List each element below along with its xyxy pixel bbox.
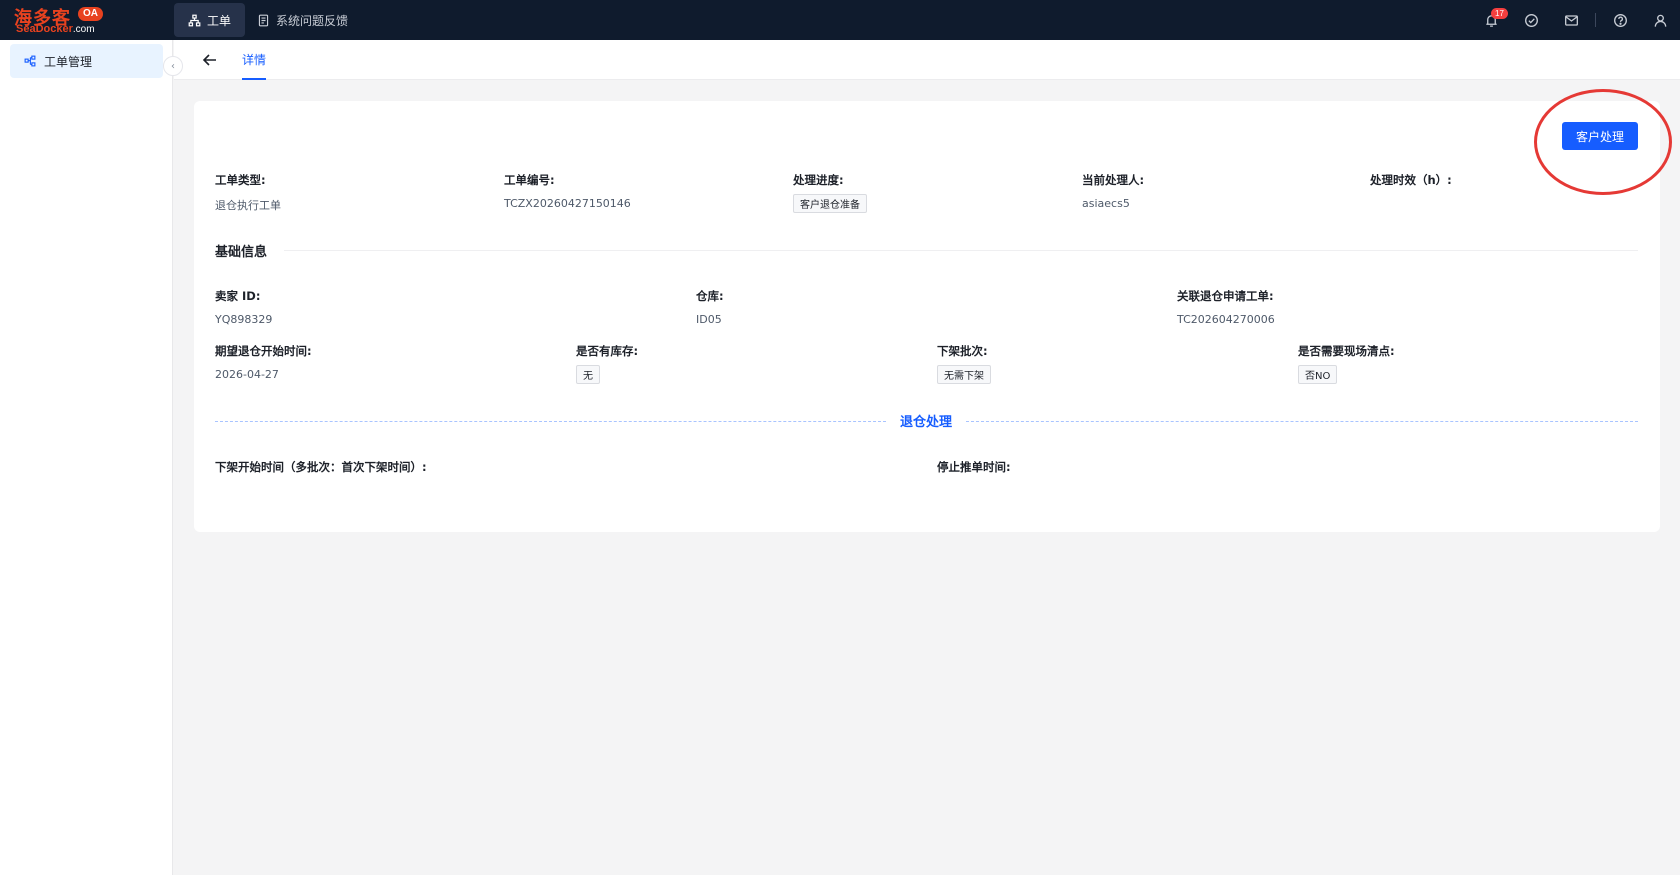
chevron-left-icon: ‹: [171, 60, 175, 72]
field-expected-start-date: 期望退仓开始时间: 2026-04-27: [215, 343, 312, 381]
back-button[interactable]: [200, 50, 220, 70]
arrow-left-icon: [202, 54, 216, 66]
sidebar-item-label: 工单管理: [44, 54, 93, 69]
toolbar-divider: [1595, 13, 1596, 27]
field-label: 卖家 ID:: [215, 289, 261, 303]
field-label: 当前处理人:: [1082, 173, 1145, 187]
field-label: 下架开始时间（多批次：首次下架时间）:: [215, 460, 427, 474]
mail-icon: [1564, 14, 1578, 26]
section-title-basic-info: 基础信息: [215, 245, 268, 260]
field-label: 仓库:: [696, 289, 724, 303]
customer-process-button[interactable]: 客户处理: [1561, 122, 1638, 150]
field-value: 退仓执行工单: [215, 199, 281, 212]
nav-tab-workorder[interactable]: 工单: [174, 3, 246, 37]
dashed-divider-right: [966, 421, 1638, 422]
field-label: 是否需要现场清点:: [1298, 344, 1395, 358]
field-value: 2026-04-27: [215, 368, 279, 381]
field-label: 处理进度:: [793, 173, 844, 187]
section-divider: [284, 250, 1638, 251]
help-icon: [1613, 13, 1627, 27]
user-button[interactable]: [1640, 0, 1680, 40]
mail-button[interactable]: [1551, 0, 1591, 40]
sub-header: 详情: [174, 40, 1680, 80]
field-order-number: 工单编号: TCZX20260427150146: [504, 172, 631, 210]
top-icons: 17: [1471, 0, 1680, 40]
nav-tab-feedback[interactable]: 系统问题反馈: [243, 3, 362, 37]
field-label: 工单编号:: [504, 173, 555, 187]
dashed-divider-left: [215, 421, 886, 422]
notification-button[interactable]: 17: [1471, 0, 1511, 40]
removal-batch-tag: 无需下架: [937, 365, 991, 384]
field-has-inventory: 是否有库存: 无: [576, 343, 638, 384]
field-current-handler: 当前处理人: asiaecs5: [1082, 172, 1144, 210]
field-label: 是否有库存:: [576, 344, 639, 358]
field-label: 关联退仓申请工单:: [1177, 289, 1274, 303]
org-tree-icon: [188, 14, 201, 26]
detail-card: 客户处理 工单类型: 退仓执行工单 工单编号: TCZX202604271501…: [194, 101, 1660, 532]
sidebar-item-workorder-management[interactable]: 工单管理: [10, 44, 163, 78]
help-button[interactable]: [1600, 0, 1640, 40]
nav-tab-label: 工单: [207, 13, 232, 28]
field-seller-id: 卖家 ID: YQ898329: [215, 288, 272, 326]
section-title-return-processing: 退仓处理: [899, 415, 952, 430]
field-label: 处理时效（h）:: [1370, 173, 1452, 187]
field-value: TCZX20260427150146: [504, 197, 631, 210]
sidebar: 工单管理: [0, 40, 173, 875]
field-label: 下架批次:: [937, 344, 988, 358]
field-value: TC202604270006: [1177, 313, 1275, 326]
notification-badge: 17: [1491, 8, 1508, 19]
progress-tag: 客户退仓准备: [793, 194, 867, 213]
document-icon: [258, 14, 269, 26]
field-related-application: 关联退仓申请工单: TC202604270006: [1177, 288, 1275, 326]
top-bar: 海多客 SeaDocker.com OA 工单 系统问题反馈 17: [0, 0, 1680, 40]
field-value: ID05: [696, 313, 722, 326]
app-logo[interactable]: 海多客 SeaDocker.com OA: [14, 4, 110, 36]
field-label: 工单类型:: [215, 173, 266, 187]
field-processing-time: 处理时效（h）:: [1370, 172, 1452, 197]
field-removal-batch: 下架批次: 无需下架: [937, 343, 991, 384]
field-order-type: 工单类型: 退仓执行工单: [215, 172, 281, 213]
inventory-tag: 无: [576, 365, 600, 384]
nav-tab-label: 系统问题反馈: [276, 13, 349, 28]
logo-badge: OA: [78, 7, 103, 21]
field-progress: 处理进度: 客户退仓准备: [793, 172, 867, 213]
tasks-button[interactable]: [1511, 0, 1551, 40]
check-circle-icon: [1524, 13, 1538, 27]
field-warehouse: 仓库: ID05: [696, 288, 724, 326]
field-label: 期望退仓开始时间:: [215, 344, 312, 358]
flow-icon: [24, 55, 36, 67]
onsite-count-tag: 否NO: [1298, 365, 1338, 384]
field-onsite-count: 是否需要现场清点: 否NO: [1298, 343, 1395, 384]
field-label: 停止推单时间:: [937, 460, 1011, 474]
field-removal-start-time: 下架开始时间（多批次：首次下架时间）:: [215, 459, 427, 484]
field-value: YQ898329: [215, 313, 273, 326]
field-stop-push-time: 停止推单时间:: [937, 459, 1011, 484]
user-icon: [1654, 14, 1666, 27]
logo-text-en: SeaDocker.com: [16, 23, 95, 35]
tab-detail[interactable]: 详情: [242, 40, 267, 80]
field-value: asiaecs5: [1082, 197, 1130, 210]
sidebar-collapse-button[interactable]: ‹: [163, 56, 183, 76]
